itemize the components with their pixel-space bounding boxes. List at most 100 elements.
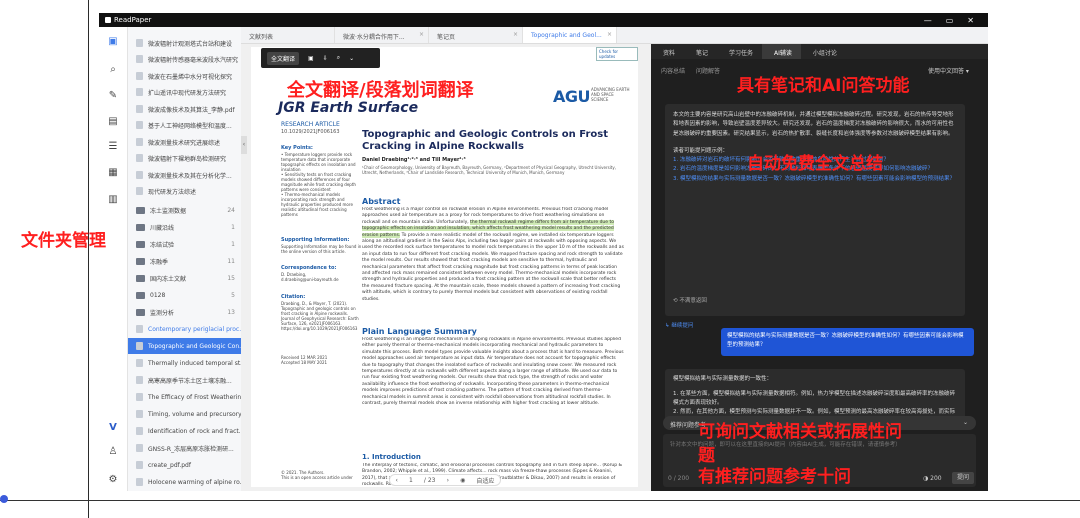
tab-qa[interactable]: 问题解答 [696,66,720,75]
tab-ai[interactable]: AI辅读 [762,44,801,59]
more-icon[interactable]: ⌄ [349,55,354,62]
close-button[interactable]: ✕ [967,16,974,25]
grid-icon[interactable]: ▦ [106,166,120,180]
translate-button[interactable]: 全文翻译 [267,51,300,65]
language-select[interactable]: 使用中文回答 ▾ [928,66,969,75]
book-icon[interactable]: ▥ [106,193,120,207]
close-tab-icon[interactable]: × [513,31,518,38]
pdf-icon [136,105,143,113]
folder-item[interactable]: 冻土监测数据 24 [128,202,241,218]
list-item[interactable]: Holocene warming of alpine ro... [128,474,241,490]
tab-doc-2[interactable]: Topographic and Geol... × [523,27,617,43]
list-item[interactable]: GNSS-R_冻层高原冻胀检测研... [128,440,241,456]
tab-discussion[interactable]: 小组讨论 [801,44,846,59]
logo-icon[interactable]: V [106,421,120,435]
list-item[interactable]: 微波辐射计观测塔式台站和建设 [128,35,241,51]
window-controls: — ▭ ✕ [924,16,988,25]
list-item[interactable]: The Efficacy of Frost Weatherin... [128,389,241,405]
list-item[interactable]: 微波辐射传感器毫米波段水汽研究 [128,51,241,67]
pdf-icon [136,171,143,179]
folder-item[interactable]: 冻结试验 1 [128,236,241,252]
minimize-button[interactable]: — [924,16,932,25]
continue-link[interactable]: ↳ 继续提问 [665,321,693,329]
folder-item[interactable]: 冻融季 11 [128,253,241,269]
tab-doc-1[interactable]: 微波·水分耦合作用下... × [335,27,429,43]
feedback-link[interactable]: ⟲ 不满意返回 [673,296,707,304]
settings-icon[interactable]: ⚙ [106,473,120,487]
user-question-bubble: 模型模拟的结果与实际测量数据是否一致？冻融破碎模型的准确性如何？有哪些因素可能会… [721,328,974,356]
list-item[interactable]: 高寒高原季节冻土区土壤冻融... [128,372,241,388]
check-updates-badge[interactable]: Check for updates [596,47,638,61]
note-icon[interactable]: ✎ [106,89,120,103]
copyright: © 2021. The Authors. This is an open acc… [281,470,353,480]
list-item[interactable]: 扩山遥讯中现代研发方法研究 [128,84,241,100]
publisher-logo: AGU [553,87,591,106]
user-icon[interactable]: ♙ [106,445,120,459]
tab-notes[interactable]: 笔记页 × [429,27,523,43]
tab-notes[interactable]: 笔记 [684,44,717,59]
annotation-ask-3: 有推荐问题参考十问 [698,467,851,487]
pdf-icon [136,410,143,418]
pdf-icon [136,187,143,195]
list-item[interactable]: 微波成像技术及其算法_李静.pdf [128,101,241,117]
annotation-folder: 文件夹管理 [21,231,106,251]
introduction-title: 1. Introduction [362,453,421,461]
key-points-title: Key Points: [281,145,313,151]
list-item[interactable]: 微波测量技术研究进展综述 [128,134,241,150]
app-logo-icon [105,17,111,23]
tab-materials[interactable]: 资料 [651,44,684,59]
journal-name: JGR Earth Surface [278,100,419,116]
list-item[interactable]: 微波辐射下裸地群岛检测研究 [128,150,241,166]
list-item[interactable]: Thermally induced temporal st... [128,355,241,371]
folder-item[interactable]: 监测分析 13 [128,304,241,320]
paper-authors: Daniel Draebing¹·²·³ and Till Mayer¹·³ [362,157,466,163]
list-item[interactable]: Topographic and Geologic Con... [128,338,241,354]
download-icon[interactable]: ⇩ [323,55,328,62]
ask-button[interactable]: 提问 [952,472,974,484]
received-dates: Received 12 MAR 2021 Accepted 18 MAY 202… [281,355,328,365]
folder-icon [136,206,145,214]
annotation-translate: 全文翻译/段落划词翻译 [287,80,474,101]
zoom-select[interactable]: 自适应 [476,476,494,485]
list-item[interactable]: 基于人工神经网络模型和温度... [128,117,241,133]
credit-icon: ◑ [923,475,929,482]
folder-item[interactable]: 国内冻土文献 15 [128,270,241,286]
image-icon[interactable]: ▣ [308,55,314,62]
tab-tasks[interactable]: 学习任务 [717,44,762,59]
abstract-text[interactable]: Frost weathering is a major control on r… [362,207,624,319]
pdf-icon [136,461,143,469]
list-item[interactable]: 微波测量技术及其在分析化学... [128,167,241,183]
pdf-toolbar: 全文翻译 ▣ ⇩ ⌕ ⌄ [261,48,380,68]
close-tab-icon[interactable]: × [607,31,612,38]
collapse-sidebar-handle[interactable]: ‹ [241,136,247,154]
list-item[interactable]: create_pdf.pdf [128,457,241,473]
next-page-icon[interactable]: › [447,477,449,484]
maximize-button[interactable]: ▭ [946,16,954,25]
list-item[interactable]: 现代研发方法综述 [128,183,241,199]
pdf-viewer: Check for updates AGU ADVANCING EARTH AN… [241,44,768,491]
list-icon[interactable]: ☰ [106,140,120,154]
folder-icon[interactable]: ▤ [106,115,120,129]
close-tab-icon[interactable]: × [419,31,424,38]
page-navigator: ‹ 1 / 23 › ◉ 自适应 [389,474,501,486]
prev-page-icon[interactable]: ‹ [396,477,398,484]
plain-summary-text[interactable]: Frost weathering is an important mechani… [362,337,624,449]
library-icon[interactable]: ▣ [106,35,120,49]
list-item[interactable]: Timing, volume and precursory... [128,406,241,422]
list-item[interactable]: 微波在石墨烯中水分可视化探究 [128,68,241,84]
list-item[interactable]: Contemporary periglacial proc... [128,321,241,337]
eye-icon[interactable]: ◉ [460,477,465,484]
pdf-icon [136,138,143,146]
chevron-down-icon: ⌄ [962,419,968,426]
folder-icon [136,308,145,316]
page-number[interactable]: 1 [409,477,413,484]
search-icon[interactable]: ⌕ [106,63,120,77]
folder-item[interactable]: 0128 5 [128,287,241,303]
search-icon[interactable]: ⌕ [337,54,340,62]
suggested-question[interactable]: 3. 模型模拟的结果与实际测量数据是否一致？冻融破碎模型的准确性如何？有哪些因素… [673,175,957,184]
tab-summary[interactable]: 内容总结 [661,66,685,75]
pdf-icon [136,325,143,333]
tab-list[interactable]: 文献列表 [241,27,335,43]
folder-item[interactable]: 川藏沿线 1 [128,219,241,235]
list-item[interactable]: Identification of rock and fract... [128,423,241,439]
